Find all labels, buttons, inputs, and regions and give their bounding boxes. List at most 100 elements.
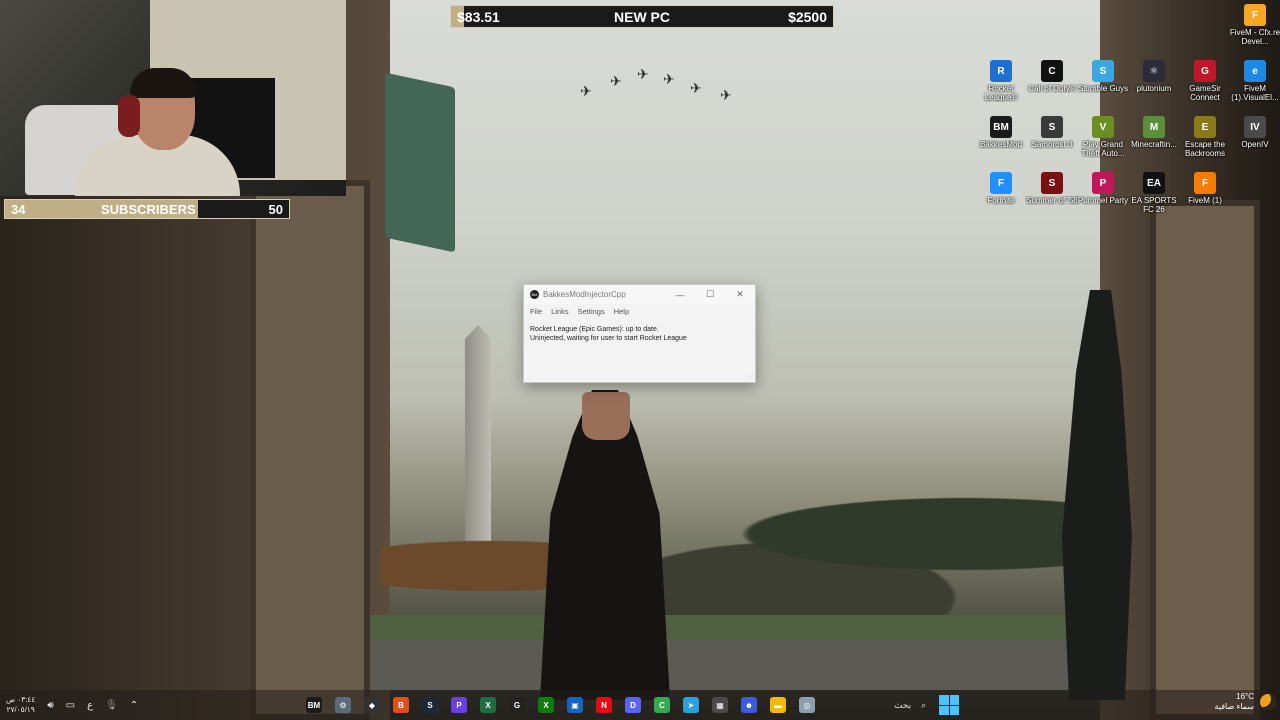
- netflix-icon: N: [596, 697, 612, 713]
- desktop-icon-item[interactable]: EA EA SPORTS FC 26: [1129, 172, 1179, 214]
- taskbar-app-discord[interactable]: D: [621, 693, 645, 717]
- bakkesmod-injector-window[interactable]: BM BakkesModInjectorCpp — ☐ ✕ File Links…: [523, 284, 756, 383]
- app-icon: M: [1143, 116, 1165, 138]
- status-line-update: Rocket League (Epic Games): up to date.: [530, 326, 659, 333]
- desktop-icon-item[interactable]: P Pummel Party: [1078, 172, 1128, 205]
- clock-time: ٠٣:٤٤ ص: [6, 695, 36, 704]
- brave-icon: B: [393, 697, 409, 713]
- taskbar-app-brave[interactable]: B: [389, 693, 413, 717]
- app-icon: S: [1041, 116, 1063, 138]
- volume-icon[interactable]: 🔊︎: [47, 700, 53, 711]
- taskbar-app-file-explorer[interactable]: ▬: [766, 693, 790, 717]
- chevron-up-icon[interactable]: ⌃: [130, 700, 138, 711]
- close-icon[interactable]: ✕: [725, 285, 755, 304]
- wallpaper-flag: [385, 72, 455, 253]
- desktop-icon-label: Fortnite: [987, 196, 1015, 205]
- desktop-icon-item[interactable]: IV OpenIV: [1230, 116, 1280, 149]
- subscriber-goal-label: SUBSCRIBERS: [101, 202, 196, 217]
- taskbar-app-telegram[interactable]: ➤: [679, 693, 703, 717]
- menu-links[interactable]: Links: [551, 307, 569, 316]
- desktop-icon-label: Summer of '58: [1026, 196, 1078, 205]
- webcam-headset: [118, 95, 140, 137]
- window-status: Rocket League (Epic Games): up to date. …: [524, 318, 755, 350]
- app-icon: IV: [1244, 116, 1266, 138]
- wallpaper-trees: [380, 470, 1110, 630]
- app-icon: S: [1041, 172, 1063, 194]
- desktop-icon-item[interactable]: V Play Grand Theft Auto...: [1078, 116, 1128, 158]
- taskbar-app-netflix[interactable]: N: [592, 693, 616, 717]
- network-icon[interactable]: ▭: [66, 700, 75, 711]
- desktop-icon-label: EA SPORTS FC 26: [1131, 196, 1177, 214]
- resize-grip-icon[interactable]: ⋰: [747, 373, 753, 380]
- desktop-icon-item[interactable]: S Samorost 3: [1027, 116, 1077, 149]
- taskbar-app-bakkesmod[interactable]: BM: [302, 693, 326, 717]
- windows-start-icon[interactable]: [939, 695, 960, 715]
- app-icon: F: [1194, 172, 1216, 194]
- desktop-icon-label: Pummel Party: [1077, 196, 1129, 205]
- desktop-icon-item[interactable]: F FiveM - Cfx.re Devel...: [1230, 4, 1280, 46]
- desktop-icon-item[interactable]: ⚛ plutonium: [1129, 60, 1179, 93]
- menu-settings[interactable]: Settings: [578, 307, 605, 316]
- desktop-icon-item[interactable]: F Fortnite: [976, 172, 1026, 205]
- desktop-icon-label: FiveM - Cfx.re Devel...: [1229, 28, 1280, 46]
- taskbar-weather[interactable]: 16°C سماء صافية: [1214, 692, 1276, 712]
- desktop-icon-item[interactable]: E Escape the Backrooms: [1180, 116, 1230, 158]
- bakkesmod-icon: BM: [306, 697, 322, 713]
- donation-goal-bar: $83.51 NEW PC $2500: [450, 5, 834, 28]
- xbox-icon: X: [538, 697, 554, 713]
- taskbar-app-excel[interactable]: X: [476, 693, 500, 717]
- taskbar-app-minimap[interactable]: ◎: [795, 693, 819, 717]
- desktop-icon-item[interactable]: F FiveM (1): [1180, 172, 1230, 205]
- donation-goal-target: $2500: [788, 9, 827, 25]
- desktop-icon-item[interactable]: e FiveM (1).VisualEl...: [1230, 60, 1280, 102]
- desktop-icon-label: Minecraftin...: [1131, 140, 1177, 149]
- taskbar-app-chrome[interactable]: C: [650, 693, 674, 717]
- maximize-icon[interactable]: ☐: [695, 285, 725, 304]
- desktop-icon-item[interactable]: S Stumble Guys: [1078, 60, 1128, 93]
- taskbar-app-xbox[interactable]: X: [534, 693, 558, 717]
- telegram-icon: ➤: [683, 697, 699, 713]
- window-titlebar[interactable]: BM BakkesModInjectorCpp — ☐ ✕: [524, 285, 755, 304]
- desktop-icon-item[interactable]: G GameSir Connect: [1180, 60, 1230, 102]
- app-purple-icon: P: [451, 697, 467, 713]
- taskbar-app-app-purple[interactable]: P: [447, 693, 471, 717]
- minimize-icon[interactable]: —: [665, 285, 695, 304]
- taskbar-app-settings[interactable]: ⚙: [331, 693, 355, 717]
- chrome-icon: C: [654, 697, 670, 713]
- desktop-icon-label: OpenIV: [1241, 140, 1269, 149]
- taskbar-app-app-blue[interactable]: ▣: [563, 693, 587, 717]
- subscriber-goal-current: 34: [11, 202, 26, 217]
- app-icon: e: [1244, 60, 1266, 82]
- clock-date: ٢٧/٠٥/١٩: [6, 705, 35, 714]
- taskbar-app-store[interactable]: ▦: [708, 693, 732, 717]
- status-line-injection: Uninjected, waiting for user to start Ro…: [530, 335, 687, 342]
- taskbar-app-g-hub[interactable]: G: [505, 693, 529, 717]
- discord-icon: D: [625, 697, 641, 713]
- app-icon: F: [990, 172, 1012, 194]
- store-icon: ▦: [712, 697, 728, 713]
- taskbar-app-unity[interactable]: ◆: [360, 693, 384, 717]
- taskbar-clock[interactable]: ٠٣:٤٤ ص ٢٧/٠٥/١٩: [6, 695, 35, 715]
- app-icon: R: [990, 60, 1012, 82]
- taskbar-app-app-people[interactable]: ☻: [737, 693, 761, 717]
- taskbar-app-steam[interactable]: S: [418, 693, 442, 717]
- taskbar-search[interactable]: بحث ⌕: [894, 700, 926, 711]
- desktop-icon-label: GameSir Connect: [1189, 84, 1221, 102]
- search-icon: ⌕: [921, 699, 927, 710]
- desktop-icon-label: Call of Duty®: [1028, 84, 1076, 93]
- desktop-icon-item[interactable]: S Summer of '58: [1026, 172, 1078, 205]
- settings-icon: ⚙: [335, 697, 351, 713]
- desktop-icon-item[interactable]: M Minecraftin...: [1129, 116, 1179, 149]
- desktop-icon-item[interactable]: C Call of Duty®: [1027, 60, 1077, 93]
- desktop-icon-label: Rocket League®: [984, 84, 1018, 102]
- microphone-icon[interactable]: 🎙︎: [105, 700, 118, 711]
- menu-file[interactable]: File: [530, 307, 542, 316]
- app-icon: E: [1194, 116, 1216, 138]
- app-blue-icon: ▣: [567, 697, 583, 713]
- desktop-icon-item[interactable]: R Rocket League®: [976, 60, 1026, 102]
- excel-icon: X: [480, 697, 496, 713]
- menu-help[interactable]: Help: [614, 307, 629, 316]
- desktop-icon-item[interactable]: BM BakkesMod: [976, 116, 1026, 149]
- language-indicator[interactable]: ع: [87, 700, 93, 711]
- desktop-icon-label: Escape the Backrooms: [1184, 140, 1226, 158]
